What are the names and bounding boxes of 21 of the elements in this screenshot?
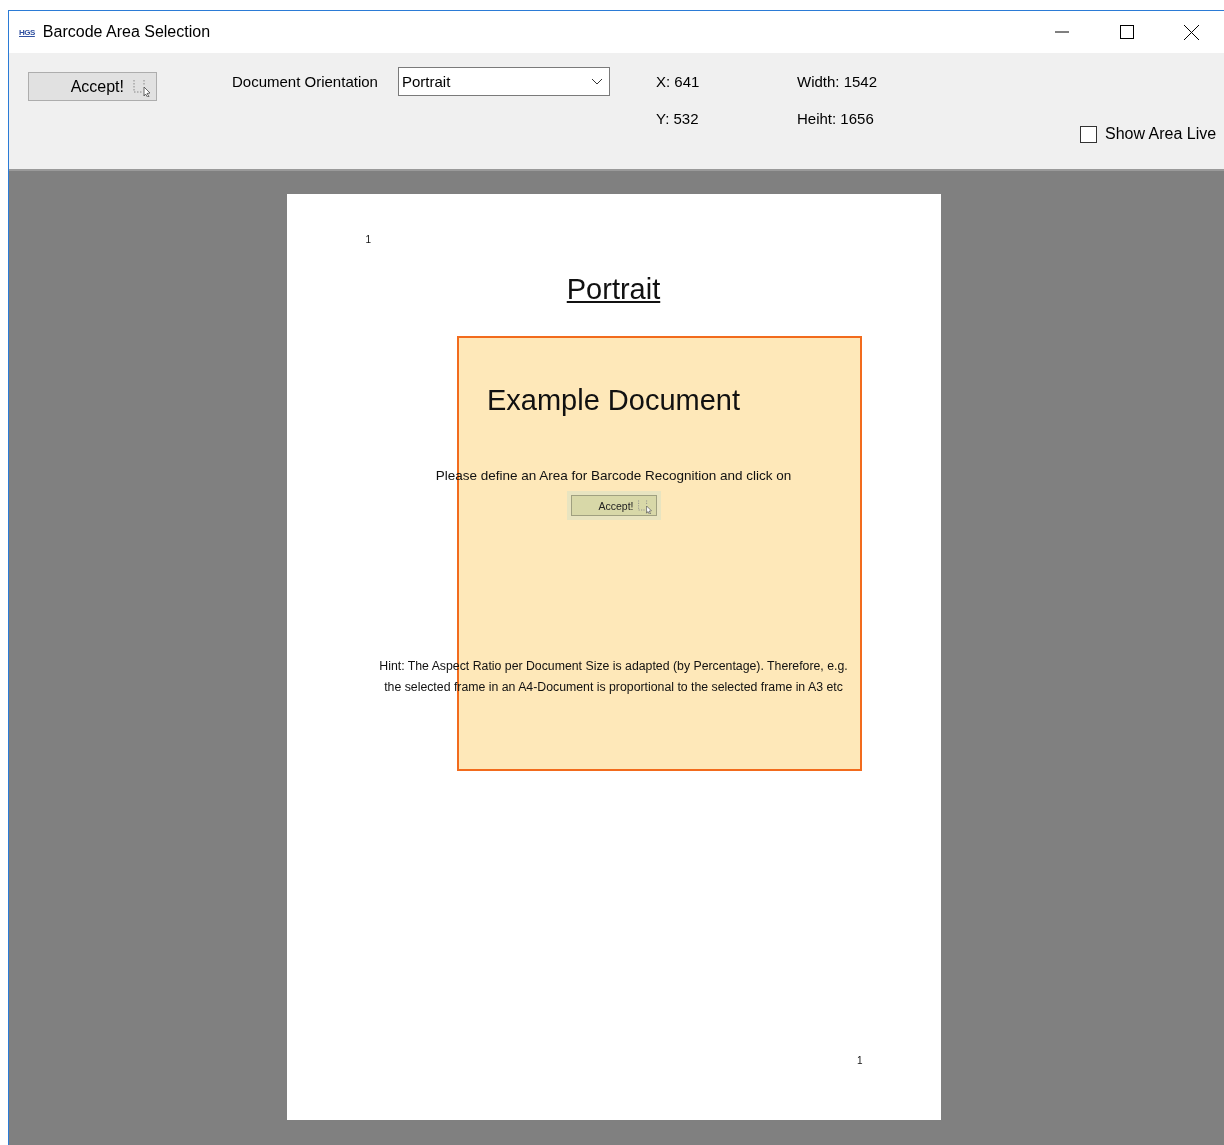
show-area-live-label[interactable]: Show Area Live	[1105, 125, 1217, 143]
page-number: 1	[856, 1055, 863, 1066]
area-height: Heiht: 1656	[797, 110, 874, 127]
orientation-label: Document Orientation	[232, 73, 379, 90]
close-icon	[1184, 24, 1199, 40]
x-coordinate: X: 641	[656, 73, 701, 90]
minimize-icon	[1054, 31, 1069, 33]
window-title: Barcode Area Selection	[42, 23, 212, 41]
document-heading: Example Document	[486, 384, 741, 417]
area-width: Width: 1542	[797, 73, 878, 90]
accept-button[interactable]: Accept!	[28, 72, 157, 101]
button-illustration: Accept!	[570, 495, 657, 516]
app-logo: HGS	[19, 27, 35, 37]
orientation-dropdown[interactable]: Portrait	[398, 67, 610, 96]
maximize-icon	[1119, 25, 1134, 39]
document-title: Portrait	[566, 273, 661, 306]
chevron-down-icon	[591, 77, 603, 86]
y-coordinate: Y: 532	[656, 110, 700, 127]
area-select-icon	[636, 497, 653, 514]
page-number: 1	[365, 234, 372, 245]
show-area-live-checkbox[interactable]	[1080, 125, 1097, 143]
